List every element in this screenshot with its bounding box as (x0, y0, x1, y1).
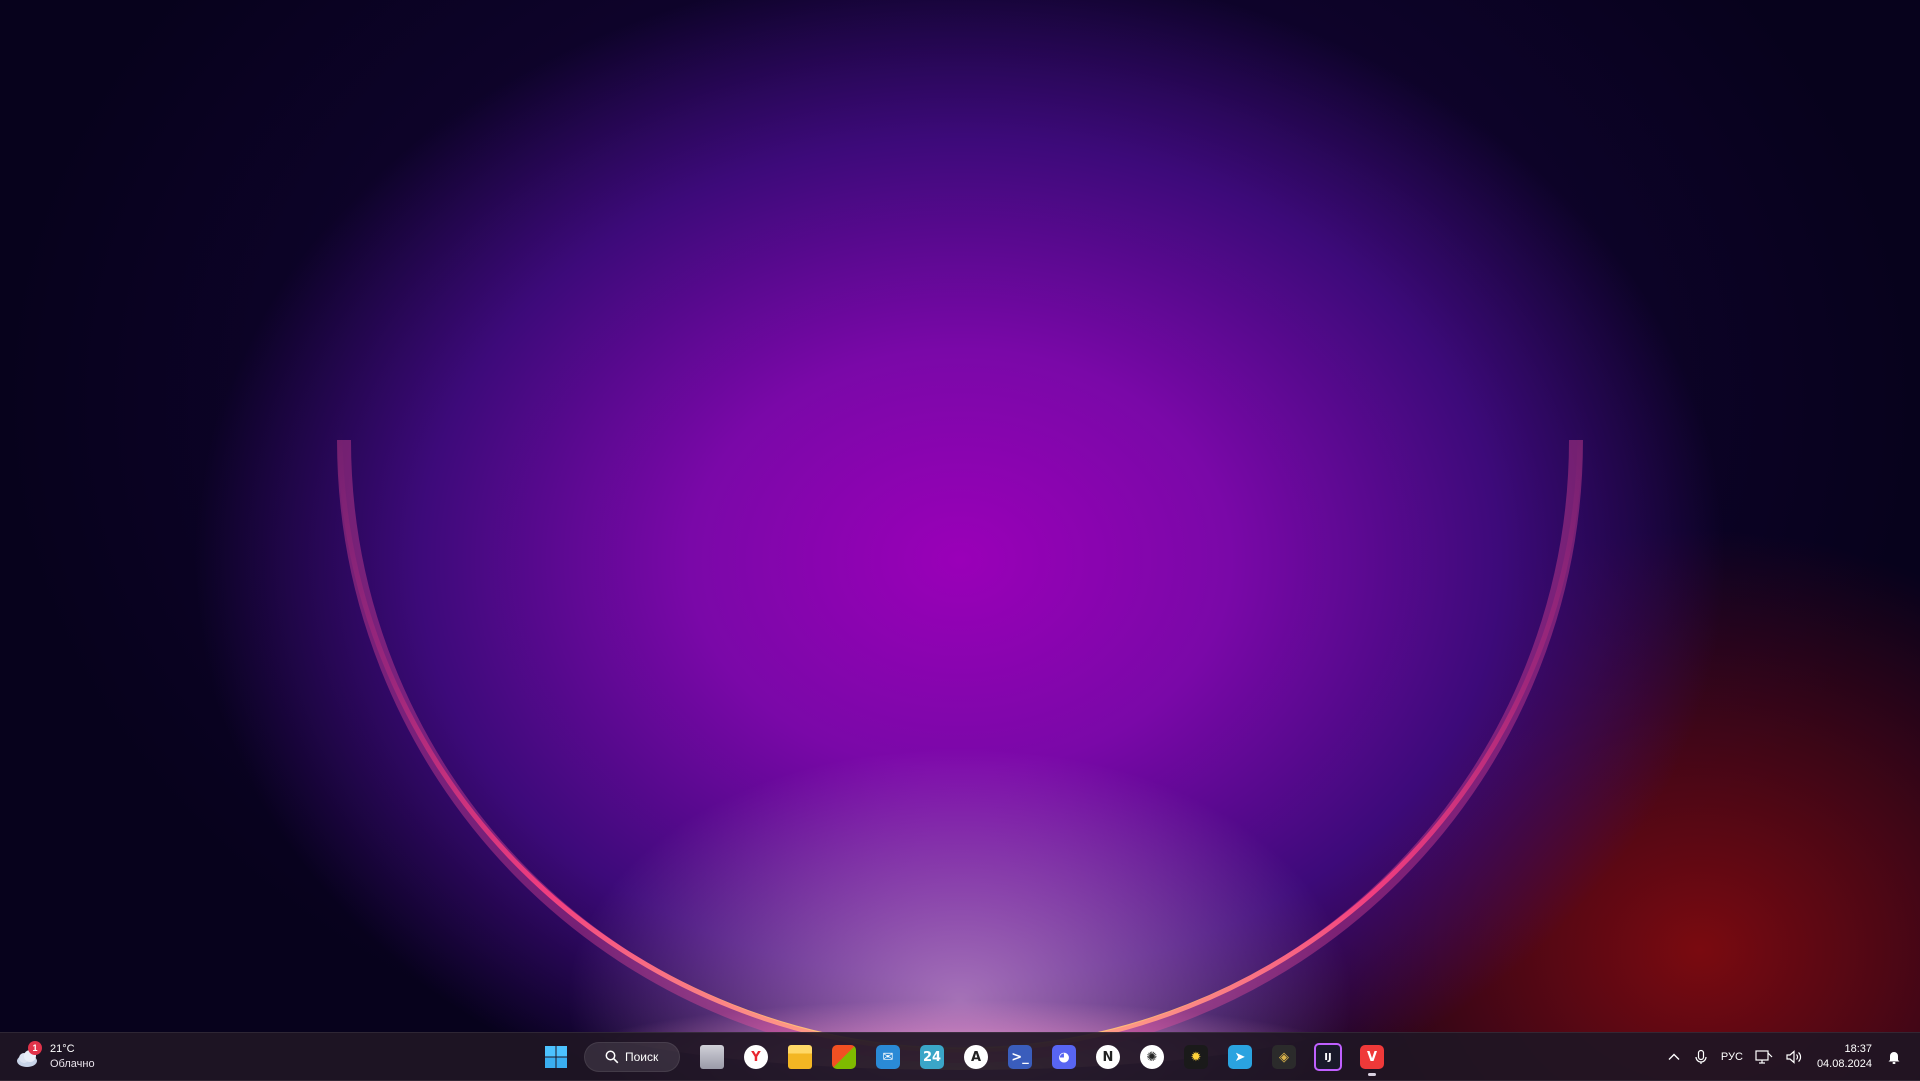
folder-icon (788, 1045, 812, 1069)
taskbar-app-chatgpt[interactable]: ✺ (1132, 1037, 1172, 1077)
taskbar-app-notion[interactable]: N (1088, 1037, 1128, 1077)
taskbar-app-file-explorer[interactable] (780, 1037, 820, 1077)
start-button[interactable] (536, 1037, 576, 1077)
taskbar-app-shield-app[interactable]: ◈ (1264, 1037, 1304, 1077)
volume-icon (1786, 1050, 1801, 1064)
taskbar-app-discord[interactable]: ◕ (1044, 1037, 1084, 1077)
weather-widget[interactable]: 1 21°C Облачно (14, 1037, 124, 1077)
language-indicator[interactable]: РУС (1715, 1037, 1749, 1077)
volume-button[interactable] (1779, 1037, 1809, 1077)
a-app-icon: A (964, 1045, 988, 1069)
taskbar-app-24-app[interactable]: 24 (912, 1037, 952, 1077)
weather-temperature: 21°C (50, 1043, 75, 1055)
chevron-up-icon (1668, 1053, 1680, 1060)
clock-time: 18:37 (1844, 1043, 1872, 1055)
clock-date: 04.08.2024 (1816, 1058, 1872, 1070)
yandex-browser-icon: Y (744, 1045, 768, 1069)
taskbar-center: Поиск Y ✉ 24 A >_ ◕ N ✺ ✹ ➤ ◈ IJ V (536, 1037, 1392, 1077)
notifications-button[interactable] (1880, 1037, 1908, 1077)
24-icon: 24 (920, 1045, 944, 1069)
jetbrains-icon: IJ (1314, 1043, 1342, 1071)
notion-icon: N (1096, 1045, 1120, 1069)
taskbar-app-powershell[interactable]: >_ (1000, 1037, 1040, 1077)
store-icon (832, 1045, 856, 1069)
task-view-icon (700, 1045, 724, 1069)
taskbar-app-jetbrains-ide[interactable]: IJ (1308, 1037, 1348, 1077)
microphone-icon (1695, 1049, 1707, 1064)
taskbar-app-telegram[interactable]: ➤ (1220, 1037, 1260, 1077)
network-button[interactable] (1749, 1037, 1779, 1077)
windows-start-icon (545, 1046, 567, 1068)
taskbar-app-mail[interactable]: ✉ (868, 1037, 908, 1077)
clock[interactable]: 18:37 04.08.2024 (1809, 1037, 1880, 1077)
mail-icon: ✉ (876, 1045, 900, 1069)
chatgpt-icon: ✺ (1140, 1045, 1164, 1069)
microphone-button[interactable] (1687, 1037, 1715, 1077)
show-hidden-icons-button[interactable] (1661, 1037, 1687, 1077)
taskbar: 1 21°C Облачно Поиск Y ✉ 24 A >_ ◕ N ✺ ✹ ➤ ◈ IJ V (0, 1032, 1920, 1081)
cloud-icon: 1 (14, 1041, 42, 1071)
taskbar-app-task-view[interactable] (692, 1037, 732, 1077)
taskbar-app-microsoft-store[interactable] (824, 1037, 864, 1077)
search-icon (605, 1050, 619, 1064)
telegram-icon: ➤ (1228, 1045, 1252, 1069)
taskbar-app-app-a[interactable]: A (956, 1037, 996, 1077)
desktop-wallpaper (0, 0, 1920, 1080)
taskbar-app-sun-app[interactable]: ✹ (1176, 1037, 1216, 1077)
search-box[interactable]: Поиск (584, 1042, 680, 1072)
network-icon (1755, 1050, 1773, 1064)
sun-icon: ✹ (1184, 1045, 1208, 1069)
taskbar-app-vivaldi[interactable]: V (1352, 1037, 1392, 1077)
weather-badge: 1 (28, 1041, 42, 1055)
discord-icon: ◕ (1052, 1045, 1076, 1069)
taskbar-app-yandex-browser[interactable]: Y (736, 1037, 776, 1077)
notification-bell-icon (1888, 1052, 1900, 1064)
wallpaper-orb (337, 429, 1583, 1070)
weather-condition: Облачно (50, 1058, 95, 1070)
search-label: Поиск (625, 1050, 659, 1064)
vivaldi-icon: V (1360, 1045, 1384, 1069)
shield-icon: ◈ (1272, 1045, 1296, 1069)
system-tray: РУС 18:37 04.08.2024 (1661, 1037, 1908, 1077)
powershell-icon: >_ (1008, 1045, 1032, 1069)
